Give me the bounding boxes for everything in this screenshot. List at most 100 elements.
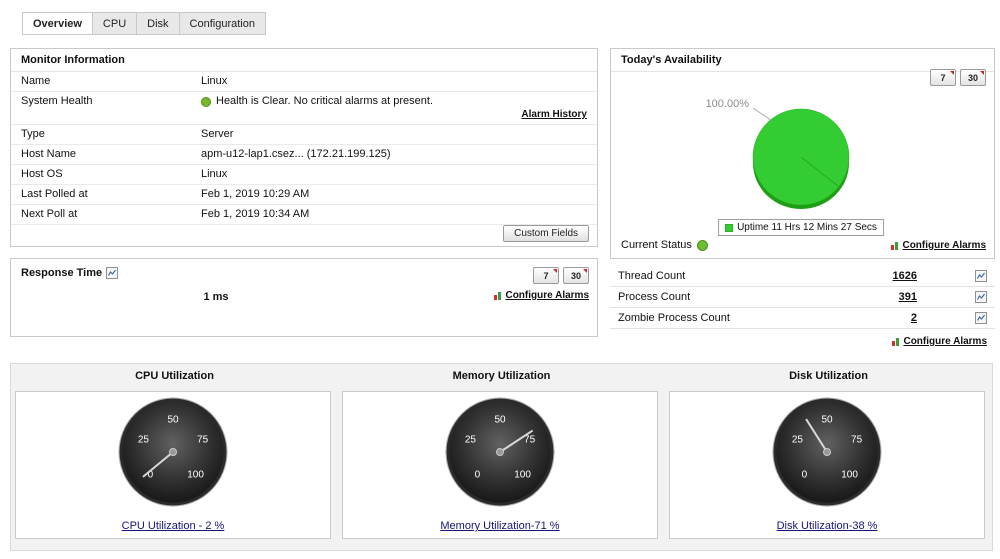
legend-label: Uptime 11 Hrs 12 Mins 27 Secs: [737, 222, 877, 233]
configure-alarms-link[interactable]: Configure Alarms: [493, 290, 589, 301]
svg-text:25: 25: [465, 435, 477, 446]
row-value: apm-u12-lap1.csez... (172.21.199.125): [201, 148, 391, 160]
configure-alarms-icon: [493, 290, 502, 301]
row-label: Host OS: [21, 168, 63, 180]
cpu-utilization-gauge-panel: 0 25 50 75 100 CPU Utilization - 2 %: [15, 391, 331, 539]
configure-alarms-link[interactable]: Configure Alarms: [890, 240, 986, 251]
cpu-gauge: 0 25 50 75 100: [118, 397, 228, 507]
tab-bar: Overview CPU Disk Configuration: [22, 12, 266, 35]
table-row: Type Server: [11, 125, 597, 145]
current-status: Current Status: [621, 239, 708, 251]
graph-box-icon[interactable]: [106, 267, 119, 279]
table-row: Name Linux: [11, 72, 597, 92]
row-value: Linux: [201, 75, 228, 87]
response-time-title: Response Time: [21, 267, 119, 279]
table-row: Next Poll at Feb 1, 2019 10:34 AM: [11, 205, 597, 225]
row-label: System Health: [21, 95, 93, 107]
table-row: Last Polled at Feb 1, 2019 10:29 AM: [11, 185, 597, 205]
availability-pie-chart: 100.00%: [706, 98, 850, 209]
configure-alarms-icon: [890, 240, 899, 251]
table-row: System Health Health is Clear. No critic…: [11, 92, 597, 125]
svg-text:50: 50: [494, 415, 506, 426]
pie-slice-uptime: [752, 108, 850, 206]
svg-text:0: 0: [475, 470, 481, 481]
svg-text:100: 100: [187, 470, 204, 481]
monitor-information-panel: Monitor Information Name Linux System He…: [10, 48, 598, 247]
health-status-dot: [201, 96, 211, 107]
response-time-panel: Response Time 1 ms 7 30 Configure Alarms: [10, 258, 598, 337]
memory-utilization-caption-link[interactable]: Memory Utilization-71 %: [343, 520, 657, 532]
configure-alarms-label: Configure Alarms: [903, 336, 987, 347]
process-count-value-link[interactable]: 391: [899, 291, 917, 303]
health-status-text: Health is Clear. No critical alarms at p…: [216, 95, 434, 107]
row-value: Health is Clear. No critical alarms at p…: [201, 95, 587, 108]
process-stats: Thread Count 1626 Process Count 391 Zomb…: [610, 266, 995, 347]
disk-utilization-caption-link[interactable]: Disk Utilization-38 %: [670, 520, 984, 532]
row-label: Zombie Process Count: [618, 312, 730, 324]
row-label: Host Name: [21, 148, 77, 160]
row-value: Server: [201, 128, 234, 140]
disk-gauge: 0 25 50 75 100: [772, 397, 882, 507]
svg-text:100: 100: [514, 470, 531, 481]
row-label: Process Count: [618, 291, 691, 303]
svg-text:75: 75: [197, 435, 209, 446]
tab-overview[interactable]: Overview: [22, 12, 93, 35]
cpu-utilization-title: CPU Utilization: [135, 370, 214, 382]
table-row: Process Count 391: [610, 287, 995, 308]
svg-text:25: 25: [138, 435, 150, 446]
svg-text:75: 75: [524, 435, 536, 446]
tab-cpu[interactable]: CPU: [92, 12, 138, 35]
svg-text:50: 50: [167, 415, 179, 426]
row-label: Type: [21, 128, 45, 140]
row-value: Linux: [201, 168, 228, 180]
utilization-titles: CPU Utilization Memory Utilization Disk …: [11, 364, 992, 382]
last-30-days-button[interactable]: 30: [563, 267, 589, 284]
alarm-history-link[interactable]: Alarm History: [521, 108, 587, 121]
cpu-utilization-caption-link[interactable]: CPU Utilization - 2 %: [16, 520, 330, 532]
row-value: Feb 1, 2019 10:34 AM: [201, 208, 310, 220]
row-label: Thread Count: [618, 270, 686, 282]
memory-utilization-title: Memory Utilization: [452, 370, 551, 382]
pie-legend: Uptime 11 Hrs 12 Mins 27 Secs: [718, 219, 884, 236]
memory-gauge: 0 25 50 75 100: [445, 397, 555, 507]
svg-text:100: 100: [841, 470, 858, 481]
tab-configuration[interactable]: Configuration: [179, 12, 266, 35]
graph-box-icon[interactable]: [975, 291, 987, 303]
availability-panel: Today's Availability 7 30 100.00% Uptime…: [610, 48, 995, 259]
period-buttons: 7 30: [533, 267, 589, 284]
row-value: Feb 1, 2019 10:29 AM: [201, 188, 310, 200]
panel-title: Monitor Information: [11, 49, 597, 72]
panel-title: Response Time: [21, 267, 103, 279]
last-7-days-button[interactable]: 7: [930, 69, 956, 86]
disk-utilization-title: Disk Utilization: [789, 370, 868, 382]
tab-disk[interactable]: Disk: [137, 12, 180, 35]
configure-alarms-label: Configure Alarms: [505, 290, 589, 301]
thread-count-value-link[interactable]: 1626: [893, 270, 917, 282]
custom-fields-button[interactable]: Custom Fields: [503, 225, 589, 242]
table-row: Zombie Process Count 2: [610, 308, 995, 329]
svg-text:0: 0: [802, 470, 808, 481]
zombie-process-count-value-link[interactable]: 2: [911, 312, 917, 324]
pie-depth: [753, 117, 849, 209]
table-row: Host Name apm-u12-lap1.csez... (172.21.1…: [11, 145, 597, 165]
graph-box-icon[interactable]: [975, 270, 987, 282]
table-row: Host OS Linux: [11, 165, 597, 185]
row-label: Next Poll at: [21, 208, 78, 220]
utilization-section: CPU Utilization Memory Utilization Disk …: [10, 363, 993, 551]
last-7-days-button[interactable]: 7: [533, 267, 559, 284]
table-row: Thread Count 1626: [610, 266, 995, 287]
response-time-value: 1 ms: [203, 291, 229, 303]
period-buttons: 7 30: [930, 69, 986, 86]
svg-text:50: 50: [821, 415, 833, 426]
disk-utilization-gauge-panel: 0 25 50 75 100 Disk Utilization-38 %: [669, 391, 985, 539]
configure-alarms-link[interactable]: Configure Alarms: [610, 329, 995, 347]
graph-box-icon[interactable]: [975, 312, 987, 324]
svg-text:25: 25: [792, 435, 804, 446]
row-label: Name: [21, 75, 51, 87]
current-status-dot: [696, 239, 708, 251]
last-30-days-button[interactable]: 30: [960, 69, 986, 86]
current-status-label: Current Status: [621, 239, 692, 251]
configure-alarms-label: Configure Alarms: [902, 240, 986, 251]
memory-utilization-gauge-panel: 0 25 50 75 100 Memory Utilization-71 %: [342, 391, 658, 539]
configure-alarms-icon: [891, 336, 900, 347]
